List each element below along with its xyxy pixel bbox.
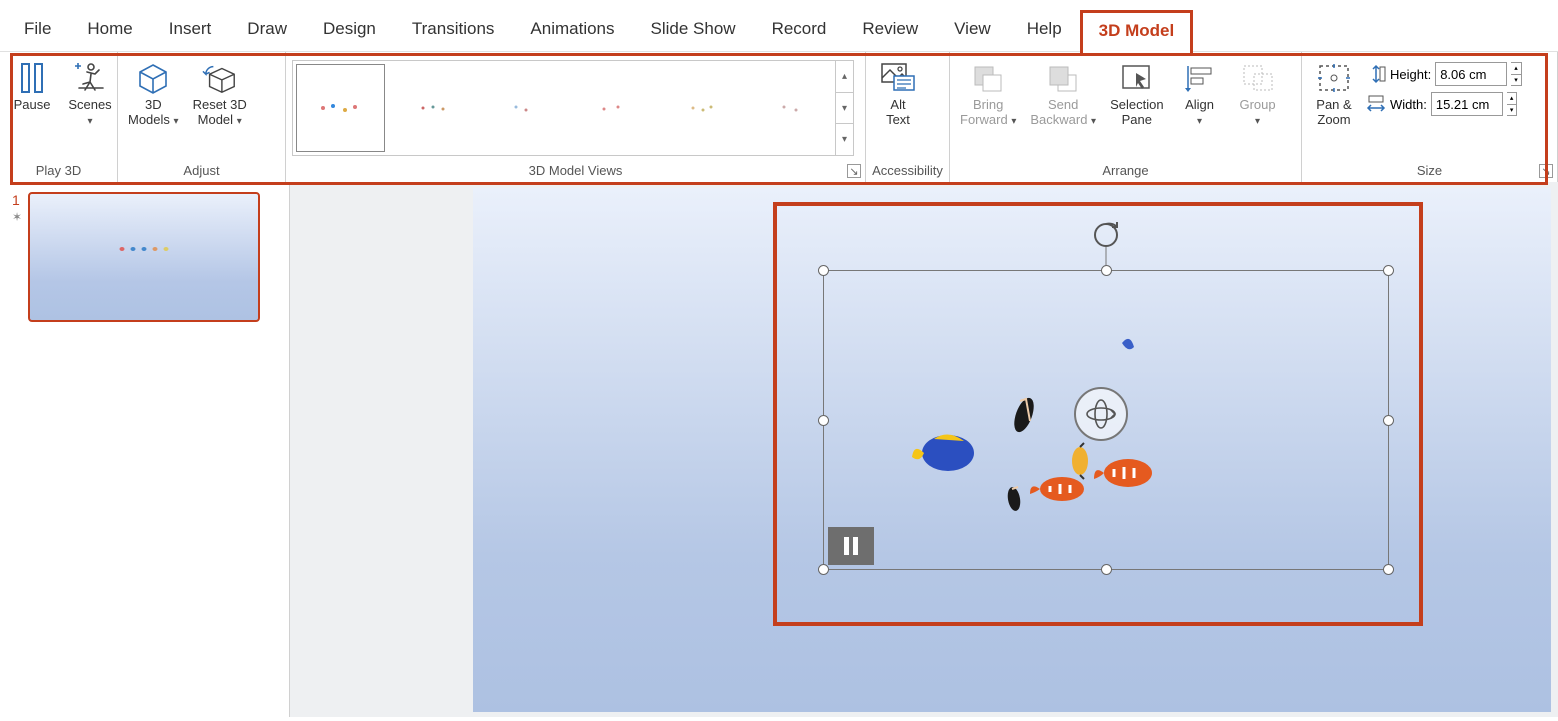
reset-cube-icon [202, 60, 238, 96]
send-backward-icon [1045, 60, 1081, 96]
pause-label: Pause [14, 98, 51, 113]
pause-icon [14, 60, 50, 96]
alt-text-icon [880, 60, 916, 96]
group-icon [1240, 60, 1276, 96]
views-launcher[interactable]: ↘ [847, 164, 861, 178]
gallery-more[interactable]: ▾ [836, 124, 853, 155]
scenes-button[interactable]: Scenes ▾ [64, 56, 116, 132]
pan-zoom-label: Pan & Zoom [1316, 98, 1351, 128]
tab-home[interactable]: Home [69, 9, 150, 51]
size-inputs: Height: ▴▾ Width: ▴▾ [1366, 62, 1522, 116]
group-button[interactable]: Group▾ [1232, 56, 1284, 132]
tab-3dmodel[interactable]: 3D Model [1080, 10, 1194, 53]
cube-icon [135, 60, 171, 96]
view-5[interactable] [656, 61, 745, 155]
view-3[interactable] [478, 61, 567, 155]
view-6[interactable] [746, 61, 835, 155]
tab-record[interactable]: Record [754, 9, 845, 51]
slide[interactable] [473, 188, 1551, 712]
tab-help[interactable]: Help [1009, 9, 1080, 51]
selection-pane-label: Selection Pane [1110, 98, 1163, 128]
reset-3d-button[interactable]: Reset 3D Model ▾ [189, 56, 251, 132]
run-icon [72, 60, 108, 96]
slide-pause-button[interactable] [828, 527, 874, 565]
group-arrange: Bring Forward ▾ Send Backward ▾ Selectio… [950, 52, 1302, 182]
align-icon [1182, 60, 1218, 96]
width-spinner[interactable]: ▴▾ [1507, 92, 1518, 116]
align-label: Align▾ [1185, 98, 1214, 128]
3d-models-button[interactable]: 3D Models ▾ [124, 56, 183, 132]
group-play3d-label: Play 3D [6, 159, 111, 180]
ribbon: Pause Scenes ▾ Play 3D 3D Models ▾ [0, 52, 1558, 182]
group-accessibility-label: Accessibility [872, 159, 943, 180]
tab-insert[interactable]: Insert [151, 9, 230, 51]
send-backward-button[interactable]: Send Backward ▾ [1026, 56, 1100, 132]
slide-number: 1 [12, 192, 22, 208]
group-play3d: Pause Scenes ▾ Play 3D [0, 52, 118, 182]
tab-view[interactable]: View [936, 9, 1009, 51]
view-1[interactable] [296, 64, 385, 152]
tab-file[interactable]: File [6, 9, 69, 51]
group-adjust-label: Adjust [124, 159, 279, 180]
group-views-label: 3D Model Views [292, 159, 859, 180]
animation-indicator-icon: ✶ [12, 210, 22, 224]
reset-3d-label: Reset 3D Model ▾ [193, 98, 247, 128]
tab-review[interactable]: Review [844, 9, 936, 51]
width-label: Width: [1390, 97, 1427, 112]
group-accessibility: Alt Text Accessibility [866, 52, 950, 182]
bring-forward-button[interactable]: Bring Forward ▾ [956, 56, 1020, 132]
height-label: Height: [1390, 67, 1431, 82]
scenes-label: Scenes ▾ [68, 98, 112, 128]
alt-text-button[interactable]: Alt Text [872, 56, 924, 132]
group-size: Pan & Zoom Height: ▴▾ Width: ▴▾ Size ↘ [1302, 52, 1558, 182]
selection-pane-icon [1119, 60, 1155, 96]
width-icon [1366, 94, 1386, 114]
views-gallery[interactable]: ▴ ▾ ▾ [292, 60, 854, 156]
selection-pane-button[interactable]: Selection Pane [1106, 56, 1167, 132]
tab-draw[interactable]: Draw [229, 9, 305, 51]
gallery-up[interactable]: ▴ [836, 61, 853, 93]
tab-animations[interactable]: Animations [512, 9, 632, 51]
fish-3d-model [824, 271, 1390, 571]
view-2[interactable] [388, 61, 477, 155]
pan-zoom-button[interactable]: Pan & Zoom [1308, 56, 1360, 132]
tab-transitions[interactable]: Transitions [394, 9, 513, 51]
tab-slideshow[interactable]: Slide Show [633, 9, 754, 51]
thumbnail-pane: 1 ✶ [0, 182, 290, 717]
3d-models-label: 3D Models ▾ [128, 98, 179, 128]
height-input[interactable] [1435, 62, 1507, 86]
group-adjust: 3D Models ▾ Reset 3D Model ▾ Adjust [118, 52, 286, 182]
alt-text-label: Alt Text [886, 98, 910, 128]
pause-button[interactable]: Pause [6, 56, 58, 117]
slide-1-thumbnail[interactable] [28, 192, 260, 322]
gallery-scroll: ▴ ▾ ▾ [835, 61, 853, 155]
group-size-label: Size [1308, 159, 1551, 180]
bring-forward-icon [970, 60, 1006, 96]
width-input[interactable] [1431, 92, 1503, 116]
bring-forward-label: Bring Forward ▾ [960, 98, 1016, 128]
height-icon [1366, 64, 1386, 84]
send-backward-label: Send Backward ▾ [1030, 98, 1096, 128]
size-launcher[interactable]: ↘ [1539, 164, 1553, 178]
gallery-down[interactable]: ▾ [836, 93, 853, 125]
align-button[interactable]: Align▾ [1174, 56, 1226, 132]
view-4[interactable] [567, 61, 656, 155]
pan-zoom-icon [1316, 60, 1352, 96]
tab-design[interactable]: Design [305, 9, 394, 51]
group-arrange-label: Arrange [956, 159, 1295, 180]
group-label: Group▾ [1239, 98, 1275, 128]
height-spinner[interactable]: ▴▾ [1511, 62, 1522, 86]
group-views: ▴ ▾ ▾ 3D Model Views ↘ [286, 52, 866, 182]
menu-bar: File Home Insert Draw Design Transitions… [0, 0, 1558, 52]
selection-box[interactable] [823, 270, 1389, 570]
slide-canvas-area[interactable] [290, 182, 1558, 717]
rotation-handle[interactable] [1092, 221, 1120, 249]
workspace: 1 ✶ [0, 182, 1558, 717]
